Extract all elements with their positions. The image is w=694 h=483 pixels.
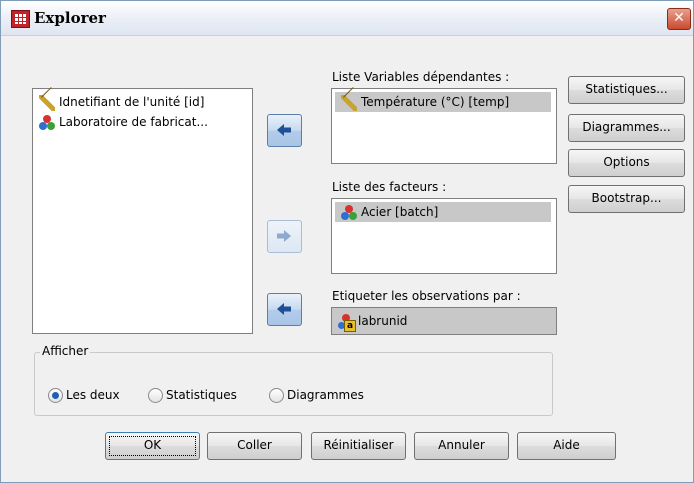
arrow-right-icon: [277, 230, 291, 242]
reset-button[interactable]: Réinitialiser: [311, 432, 406, 460]
arrow-left-icon: [277, 303, 291, 315]
list-item-label: Acier [batch]: [361, 205, 439, 219]
string-label-icon: a: [338, 313, 356, 332]
plots-button[interactable]: Diagrammes...: [568, 114, 685, 142]
label-cases-label: Etiqueter les observations par :: [332, 289, 521, 303]
move-to-dependent-button[interactable]: [267, 114, 302, 147]
list-item[interactable]: Température (°C) [temp]: [335, 92, 551, 112]
bootstrap-button[interactable]: Bootstrap...: [568, 185, 685, 213]
list-item-label: Idnetifiant de l'unité [id]: [59, 95, 205, 109]
factors-list-label: Liste des facteurs :: [332, 180, 447, 194]
window-title: Explorer: [34, 9, 106, 27]
cancel-button[interactable]: Annuler: [414, 432, 509, 460]
nominal-circles-icon: [39, 114, 55, 131]
list-item-label: Laboratoire de fabricat...: [59, 115, 208, 129]
title-bar[interactable]: Explorer ✕: [1, 1, 693, 36]
factors-list[interactable]: Acier [batch]: [331, 198, 557, 274]
move-to-label-button[interactable]: [267, 293, 302, 326]
close-button[interactable]: ✕: [667, 8, 691, 30]
move-to-factors-button[interactable]: [267, 220, 302, 253]
source-variable-list[interactable]: Idnetifiant de l'unité [id] Laboratoire …: [32, 88, 253, 334]
radio-statistics-label[interactable]: Statistiques: [166, 388, 237, 402]
radio-both[interactable]: [48, 388, 63, 403]
arrow-left-icon: [277, 124, 291, 136]
list-item[interactable]: Acier [batch]: [335, 202, 551, 222]
help-button[interactable]: Aide: [517, 432, 616, 460]
radio-statistics[interactable]: [148, 388, 163, 403]
list-item[interactable]: Idnetifiant de l'unité [id]: [39, 92, 204, 112]
display-group-title: Afficher: [40, 344, 91, 358]
options-button[interactable]: Options: [568, 149, 685, 177]
list-item-label: Température (°C) [temp]: [361, 95, 510, 109]
label-cases-value: a labrunid: [338, 311, 408, 332]
label-cases-text: labrunid: [358, 314, 408, 328]
scale-ruler-icon: [39, 94, 55, 111]
dependent-variable-list[interactable]: Température (°C) [temp]: [331, 88, 557, 164]
dependent-list-label: Liste Variables dépendantes :: [332, 70, 510, 84]
label-cases-field[interactable]: a labrunid: [331, 307, 557, 335]
display-group: [34, 352, 553, 416]
nominal-circles-icon: [341, 204, 357, 221]
radio-both-label[interactable]: Les deux: [66, 388, 120, 402]
scale-ruler-icon: [341, 94, 357, 111]
list-item[interactable]: Laboratoire de fabricat...: [39, 112, 208, 132]
radio-plots-label[interactable]: Diagrammes: [287, 388, 364, 402]
app-table-icon: [11, 10, 30, 28]
statistics-button[interactable]: Statistiques...: [568, 76, 685, 104]
explorer-dialog: Explorer ✕ Idnetifiant de l'unité [id] L…: [0, 0, 694, 483]
paste-button[interactable]: Coller: [207, 432, 302, 460]
radio-plots[interactable]: [269, 388, 284, 403]
ok-button[interactable]: OK: [105, 432, 200, 460]
